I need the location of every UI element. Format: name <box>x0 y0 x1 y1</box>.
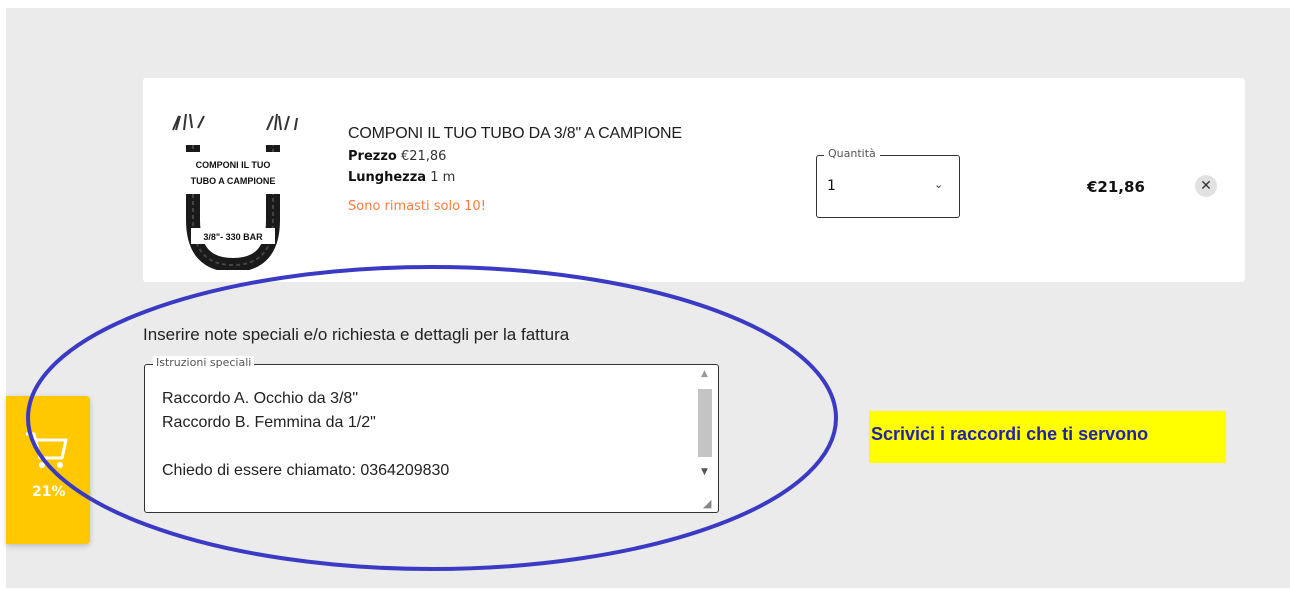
line-total: €21,86 <box>1087 178 1145 196</box>
textarea-scrollbar[interactable]: ▲ ▼ <box>696 367 714 488</box>
product-thumbnail[interactable]: COMPONI IL TUO TUBO A CAMPIONE 3/8"- 330… <box>163 100 303 270</box>
scroll-thumb[interactable] <box>698 389 712 457</box>
quantity-legend: Quantità <box>824 147 880 160</box>
special-instructions-textarea[interactable]: Istruzioni speciali Raccordo A. Occhio d… <box>144 356 719 513</box>
close-icon: ✕ <box>1200 178 1212 194</box>
cart-progress-percent: 21% <box>32 484 66 500</box>
cart-line-item: COMPONI IL TUO TUBO A CAMPIONE 3/8"- 330… <box>143 78 1245 282</box>
scroll-up-icon[interactable]: ▲ <box>701 369 708 379</box>
quantity-select[interactable]: Quantità 1 ⌄ <box>816 147 960 218</box>
resize-grip-icon[interactable]: ◢ <box>703 497 711 510</box>
product-title[interactable]: COMPONI IL TUO TUBO DA 3/8" A CAMPIONE <box>348 125 682 143</box>
chevron-down-icon: ⌄ <box>934 178 944 191</box>
cart-icon <box>26 432 68 468</box>
length-label: Lunghezza <box>348 170 427 185</box>
thumb-text-line1: COMPONI IL TUO <box>196 160 271 170</box>
thumb-text-line3: 3/8"- 330 BAR <box>203 232 263 242</box>
floating-cart-widget[interactable]: 21% <box>6 396 90 544</box>
remove-item-button[interactable]: ✕ <box>1195 175 1217 197</box>
notes-label: Inserire note speciali e/o richiesta e d… <box>143 325 570 344</box>
quantity-value: 1 <box>827 178 836 194</box>
price-value: €21,86 <box>400 149 447 164</box>
stock-note: Sono rimasti solo 10! <box>348 199 486 214</box>
length-value: 1 m <box>430 170 456 185</box>
notes-legend: Istruzioni speciali <box>153 356 255 369</box>
scroll-down-icon[interactable]: ▼ <box>701 467 708 477</box>
price-line: Prezzo €21,86 <box>348 149 682 164</box>
length-line: Lunghezza 1 m <box>348 170 682 185</box>
annotation-highlight: Scrivici i raccordi che ti servono <box>869 411 1226 463</box>
price-label: Prezzo <box>348 149 397 164</box>
notes-text[interactable]: Raccordo A. Occhio da 3/8" Raccordo B. F… <box>162 387 449 483</box>
thumb-text-line2: TUBO A CAMPIONE <box>191 176 276 186</box>
product-info: COMPONI IL TUO TUBO DA 3/8" A CAMPIONE P… <box>348 125 682 214</box>
